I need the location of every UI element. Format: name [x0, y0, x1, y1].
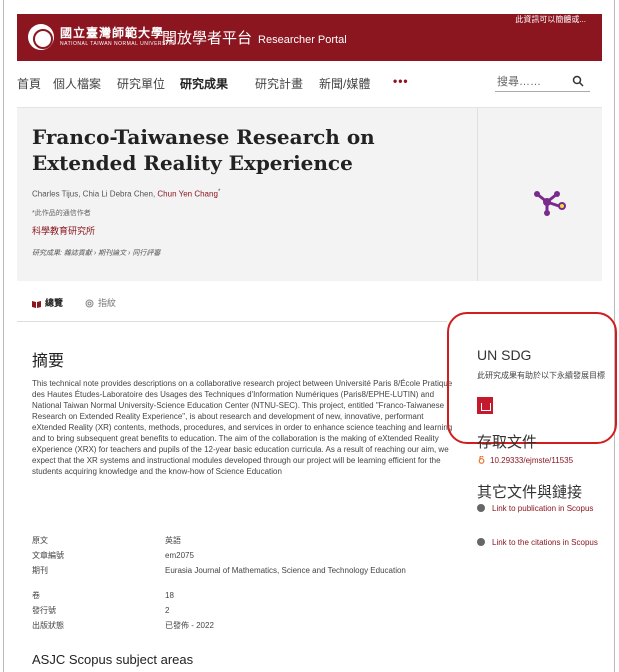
corresponding-author-note: *此作品的通信作者	[32, 210, 91, 217]
university-logo-subtext: NATIONAL TAIWAN NORMAL UNIVERSITY	[60, 41, 176, 47]
metadata-value: em2075	[165, 551, 194, 560]
metadata-value: 英語	[165, 536, 181, 545]
open-access-icon	[478, 456, 485, 464]
tab-fingerprint-label: 指紋	[98, 298, 117, 308]
corresponding-mark: *	[217, 188, 221, 195]
metadata-value: 2	[165, 606, 170, 615]
globe-icon	[477, 538, 485, 546]
metadata-row: 出版狀態 已發佈 - 2022	[32, 621, 462, 636]
metadata-label: 卷	[32, 591, 40, 600]
author-link[interactable]: Chun Yen Chang	[157, 190, 218, 199]
research-unit-link[interactable]: 科學教育研究所	[32, 224, 95, 237]
nav-more-button[interactable]: •••	[393, 74, 409, 88]
other-links-heading: 其它文件與鏈接	[477, 484, 583, 501]
university-logo-text[interactable]: 國立臺灣師範大學	[60, 24, 164, 41]
fingerprint-icon	[85, 299, 94, 308]
doi-text: 10.29333/ejmste/11535	[490, 456, 574, 465]
metadata-label: 期刊	[32, 566, 48, 575]
portal-title[interactable]: 開放學者平台 Researcher Portal	[162, 27, 347, 48]
globe-icon	[477, 504, 485, 512]
nav-item-projects[interactable]: 研究計畫	[255, 75, 303, 92]
nav-item-home[interactable]: 首頁	[17, 75, 41, 92]
search-input[interactable]: 搜尋……	[495, 70, 590, 92]
nav-item-research-output[interactable]: 研究成果	[180, 75, 228, 92]
author-list: Charles Tijus, Chia Li Debra Chen, Chun …	[32, 188, 220, 199]
network-graph-icon	[534, 191, 566, 216]
metadata-row: 發行號 2	[32, 606, 462, 621]
tab-overview-label: 總覽	[45, 298, 64, 308]
metadata-value: 已發佈 - 2022	[165, 621, 214, 630]
publication-header: Franco-Taiwanese Research on Extended Re…	[17, 108, 602, 281]
metadata-label: 文章編號	[32, 551, 64, 560]
publication-type: 研究成果: 雜誌貢獻 › 期刊論文 › 同行評審	[32, 250, 161, 257]
university-seal-icon[interactable]	[28, 24, 54, 50]
portal-title-zh: 開放學者平台	[162, 30, 253, 47]
header-divider	[477, 108, 478, 281]
book-icon	[32, 300, 41, 308]
nav-item-profiles[interactable]: 個人檔案	[53, 75, 101, 92]
metadata-row: 期刊 Eurasia Journal of Mathematics, Scien…	[32, 566, 462, 591]
main-nav: 首頁 個人檔案 研究單位 研究成果 研究計畫 新聞/媒體 ••• 搜尋……	[17, 62, 602, 108]
metadata-row: 文章編號 em2075	[32, 551, 462, 566]
nav-item-news[interactable]: 新聞/媒體	[319, 75, 370, 92]
metadata-label: 原文	[32, 536, 48, 545]
portal-title-en: Researcher Portal	[258, 34, 347, 46]
tab-fingerprint[interactable]: 指紋	[85, 296, 116, 309]
highlight-annotation	[447, 312, 617, 444]
metadata-label: 出版狀態	[32, 621, 64, 630]
journal-link[interactable]: Eurasia Journal of Mathematics, Science …	[165, 566, 455, 577]
site-header: 國立臺灣師範大學 NATIONAL TAIWAN NORMAL UNIVERSI…	[17, 14, 602, 61]
metadata-row: 原文 英語	[32, 536, 462, 551]
doi-link[interactable]: 10.29333/ejmste/11535	[478, 456, 573, 465]
link-label: Link to the citations in Scopus	[492, 538, 598, 547]
asjc-heading: ASJC Scopus subject areas	[32, 652, 194, 667]
search-icon[interactable]	[572, 75, 584, 87]
publication-title: Franco-Taiwanese Research on Extended Re…	[32, 125, 375, 175]
content-tabs: 總覽 指紋	[17, 282, 447, 322]
metadata-table: 原文 英語 文章編號 em2075 期刊 Eurasia Journal of …	[32, 536, 462, 636]
link-label: Link to publication in Scopus	[492, 504, 594, 513]
abstract-heading: 摘要	[32, 353, 65, 370]
authors-text: Charles Tijus, Chia Li Debra Chen,	[32, 189, 158, 199]
metadata-value: 18	[165, 591, 174, 600]
top-right-link[interactable]: 此資訊可以簡體或...	[515, 14, 586, 26]
nav-item-units[interactable]: 研究單位	[117, 75, 165, 92]
scopus-citations-link[interactable]: Link to the citations in Scopus	[477, 537, 607, 548]
scopus-publication-link[interactable]: Link to publication in Scopus	[477, 503, 607, 514]
abstract-text: This technical note provides description…	[32, 379, 453, 476]
search-placeholder: 搜尋……	[497, 76, 541, 88]
metadata-label: 發行號	[32, 606, 56, 615]
tab-overview[interactable]: 總覽	[32, 296, 63, 309]
metadata-row: 卷 18	[32, 591, 462, 606]
access-heading: 存取文件	[477, 434, 538, 451]
